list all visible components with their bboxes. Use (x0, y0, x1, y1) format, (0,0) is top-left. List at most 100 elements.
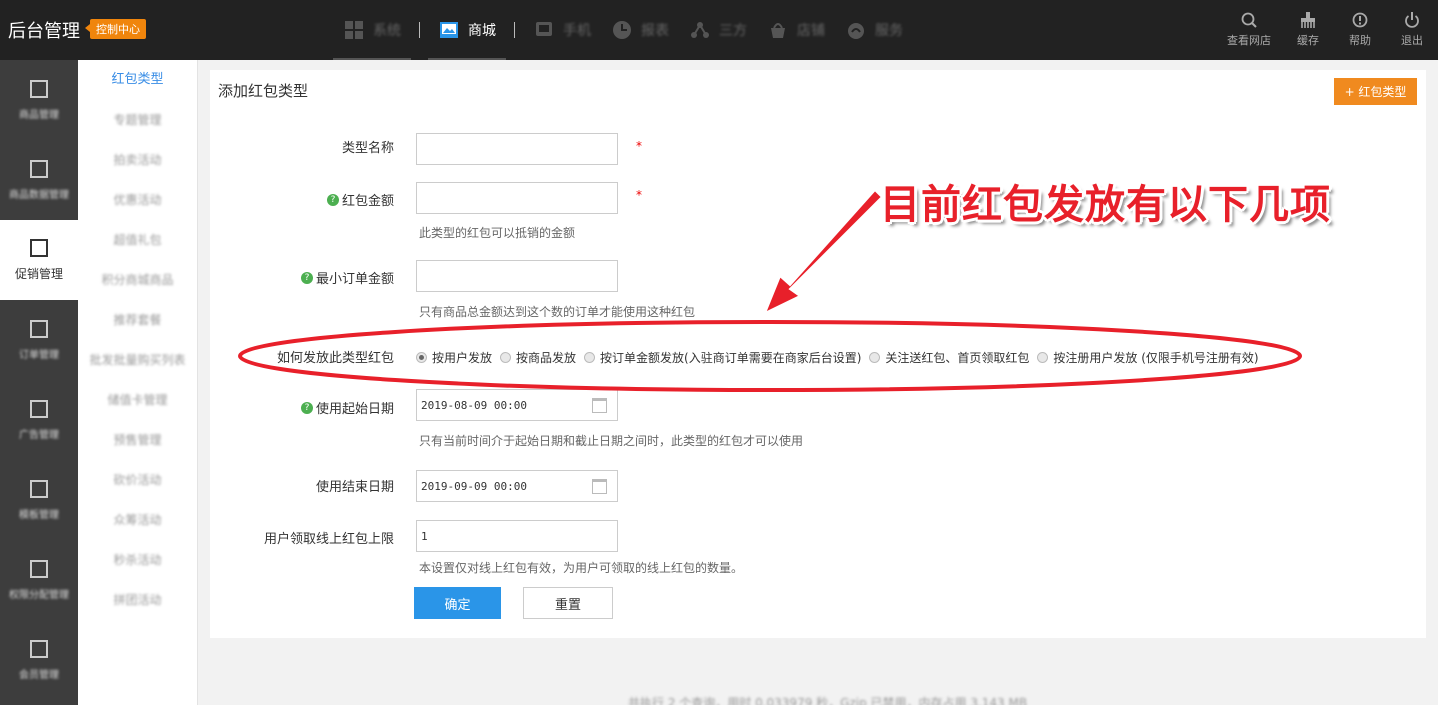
help-icon[interactable]: ? (300, 401, 313, 414)
view-store-button[interactable]: 查看网店 (1216, 0, 1282, 60)
nav-item-mobile[interactable]: 手机 (523, 0, 601, 60)
submenu-label: 专题管理 (113, 113, 162, 127)
nav-item-mall[interactable]: 商城 (428, 0, 506, 60)
submenu-item[interactable]: 众筹活动 (78, 500, 197, 540)
promotion-submenu: 红包类型 专题管理 拍卖活动 优惠活动 超值礼包 积分商城商品 推荐套餐 批发批… (78, 60, 198, 705)
main-sidebar: 商品管理 商品数据管理 促销管理 订单管理 广告管理 模板管理 权限分配管理 会… (0, 60, 78, 705)
type-name-field[interactable] (416, 133, 618, 165)
start-date-input[interactable] (421, 390, 613, 420)
sidebar-item-goods[interactable]: 商品管理 (0, 60, 78, 140)
nav-item-service[interactable]: 服务 (835, 0, 913, 60)
submenu-item-bonus-type[interactable]: 红包类型 (78, 60, 197, 100)
label-text: 最小订单金额 (315, 272, 394, 287)
date-hint: 只有当前时间介于起始日期和截止日期之间时，此类型的红包才可以使用 (419, 434, 804, 448)
submenu-item[interactable]: 秒杀活动 (78, 540, 197, 580)
submenu-label: 预售管理 (113, 433, 162, 447)
edit-icon (30, 559, 48, 578)
submenu-label: 超值礼包 (113, 233, 162, 247)
calendar-icon[interactable] (592, 479, 607, 494)
nav-label: 手机 (563, 23, 591, 39)
info-icon (1352, 12, 1368, 28)
start-date-field[interactable] (416, 389, 618, 421)
sidebar-item-members[interactable]: 会员管理 (0, 620, 78, 700)
help-icon[interactable]: ? (326, 193, 339, 206)
send-method-label: 如何发放此类型红包 (277, 347, 394, 366)
radio-label: 按订单金额发放(入驻商订单需要在商家后台设置) (600, 351, 862, 365)
edit-icon (30, 159, 48, 178)
nav-item-third-party[interactable]: 三方 (679, 0, 757, 60)
sidebar-item-goods-data[interactable]: 商品数据管理 (0, 140, 78, 220)
top-nav: 系统 商城 手机 报表 三方 店铺 服务 (333, 0, 913, 60)
radio-dot[interactable] (869, 352, 881, 363)
limit-label: 用户领取线上红包上限 (264, 528, 394, 547)
amount-input[interactable] (421, 183, 613, 213)
submenu-label: 拼团活动 (113, 593, 162, 607)
control-center-badge[interactable]: 控制中心 (85, 19, 146, 39)
limit-input[interactable] (421, 521, 613, 551)
cloud-icon (845, 19, 867, 41)
confirm-button[interactable]: 确定 (414, 587, 501, 619)
type-name-input[interactable] (421, 134, 613, 164)
sidebar-item-templates[interactable]: 模板管理 (0, 460, 78, 540)
min-order-field[interactable] (416, 260, 618, 292)
help-button[interactable]: 帮助 (1334, 0, 1386, 60)
sidebar-item-permissions[interactable]: 权限分配管理 (0, 540, 78, 620)
reset-button[interactable]: 重置 (523, 587, 613, 619)
min-order-input[interactable] (421, 261, 613, 291)
nav-item-system[interactable]: 系统 (333, 0, 411, 60)
top-bar: 后台管理 控制中心 系统 商城 手机 报表 三方 店铺 服务 查看网店 缓存 帮… (0, 0, 1438, 60)
top-tools: 查看网店 缓存 帮助 退出 (1216, 0, 1438, 60)
nav-divider (514, 22, 515, 38)
label-text: 红包金额 (341, 194, 394, 209)
sidebar-item-ads[interactable]: 广告管理 (0, 380, 78, 460)
cache-button[interactable]: 缓存 (1282, 0, 1334, 60)
radio-dot[interactable] (584, 352, 596, 363)
submenu-item[interactable]: 拍卖活动 (78, 140, 197, 180)
submenu-label: 优惠活动 (113, 193, 162, 207)
radio-follow-bonus[interactable]: 关注送红包、首页领取红包 (869, 349, 1029, 366)
submenu-item[interactable]: 推荐套餐 (78, 300, 197, 340)
submenu-item[interactable]: 批发批量购买列表 (78, 340, 197, 380)
submenu-item[interactable]: 专题管理 (78, 100, 197, 140)
submenu-item[interactable]: 砍价活动 (78, 460, 197, 500)
limit-hint: 本设置仅对线上红包有效，为用户可领取的线上红包的数量。 (419, 561, 744, 575)
limit-field[interactable] (416, 520, 618, 552)
end-date-field[interactable] (416, 470, 618, 502)
submenu-label: 秒杀活动 (113, 553, 162, 567)
radio-dot[interactable] (1037, 352, 1049, 363)
list-icon (30, 238, 48, 257)
required-mark: * (636, 188, 642, 202)
submenu-item[interactable]: 积分商城商品 (78, 260, 197, 300)
radio-by-order-amount[interactable]: 按订单金额发放(入驻商订单需要在商家后台设置) (584, 349, 861, 366)
submenu-item[interactable]: 优惠活动 (78, 180, 197, 220)
logout-button[interactable]: 退出 (1386, 0, 1438, 60)
start-date-label: ? 使用起始日期 (300, 398, 394, 417)
power-icon (1405, 12, 1419, 28)
sidebar-label: 权限分配管理 (9, 589, 69, 601)
nav-item-report[interactable]: 报表 (601, 0, 679, 60)
clock-icon (611, 19, 633, 41)
help-icon[interactable]: ? (300, 271, 313, 284)
sidebar-item-promotion[interactable]: 促销管理 (0, 220, 78, 300)
end-date-input[interactable] (421, 471, 613, 501)
submenu-item[interactable]: 预售管理 (78, 420, 197, 460)
sidebar-label: 商品数据管理 (9, 189, 69, 201)
image-icon (438, 19, 460, 41)
sidebar-item-orders[interactable]: 订单管理 (0, 300, 78, 380)
radio-dot[interactable] (500, 352, 512, 363)
radio-by-user[interactable]: 按用户发放 (416, 349, 492, 366)
nav-divider (419, 22, 420, 38)
submenu-item[interactable]: 储值卡管理 (78, 380, 197, 420)
label-text: 使用结束日期 (315, 480, 394, 495)
radio-by-goods[interactable]: 按商品发放 (500, 349, 576, 366)
radio-dot[interactable] (416, 352, 427, 363)
submenu-item[interactable]: 超值礼包 (78, 220, 197, 260)
amount-field[interactable] (416, 182, 618, 214)
submenu-item[interactable]: 拼团活动 (78, 580, 197, 620)
calendar-icon[interactable] (592, 398, 607, 413)
radio-by-registration[interactable]: 按注册用户发放 (仅限手机号注册有效) (1037, 349, 1259, 366)
tool-label: 帮助 (1349, 34, 1371, 47)
add-bonus-type-button[interactable]: + 红包类型 (1334, 78, 1417, 105)
sidebar-label: 模板管理 (19, 509, 59, 521)
nav-item-shop[interactable]: 店铺 (757, 0, 835, 60)
